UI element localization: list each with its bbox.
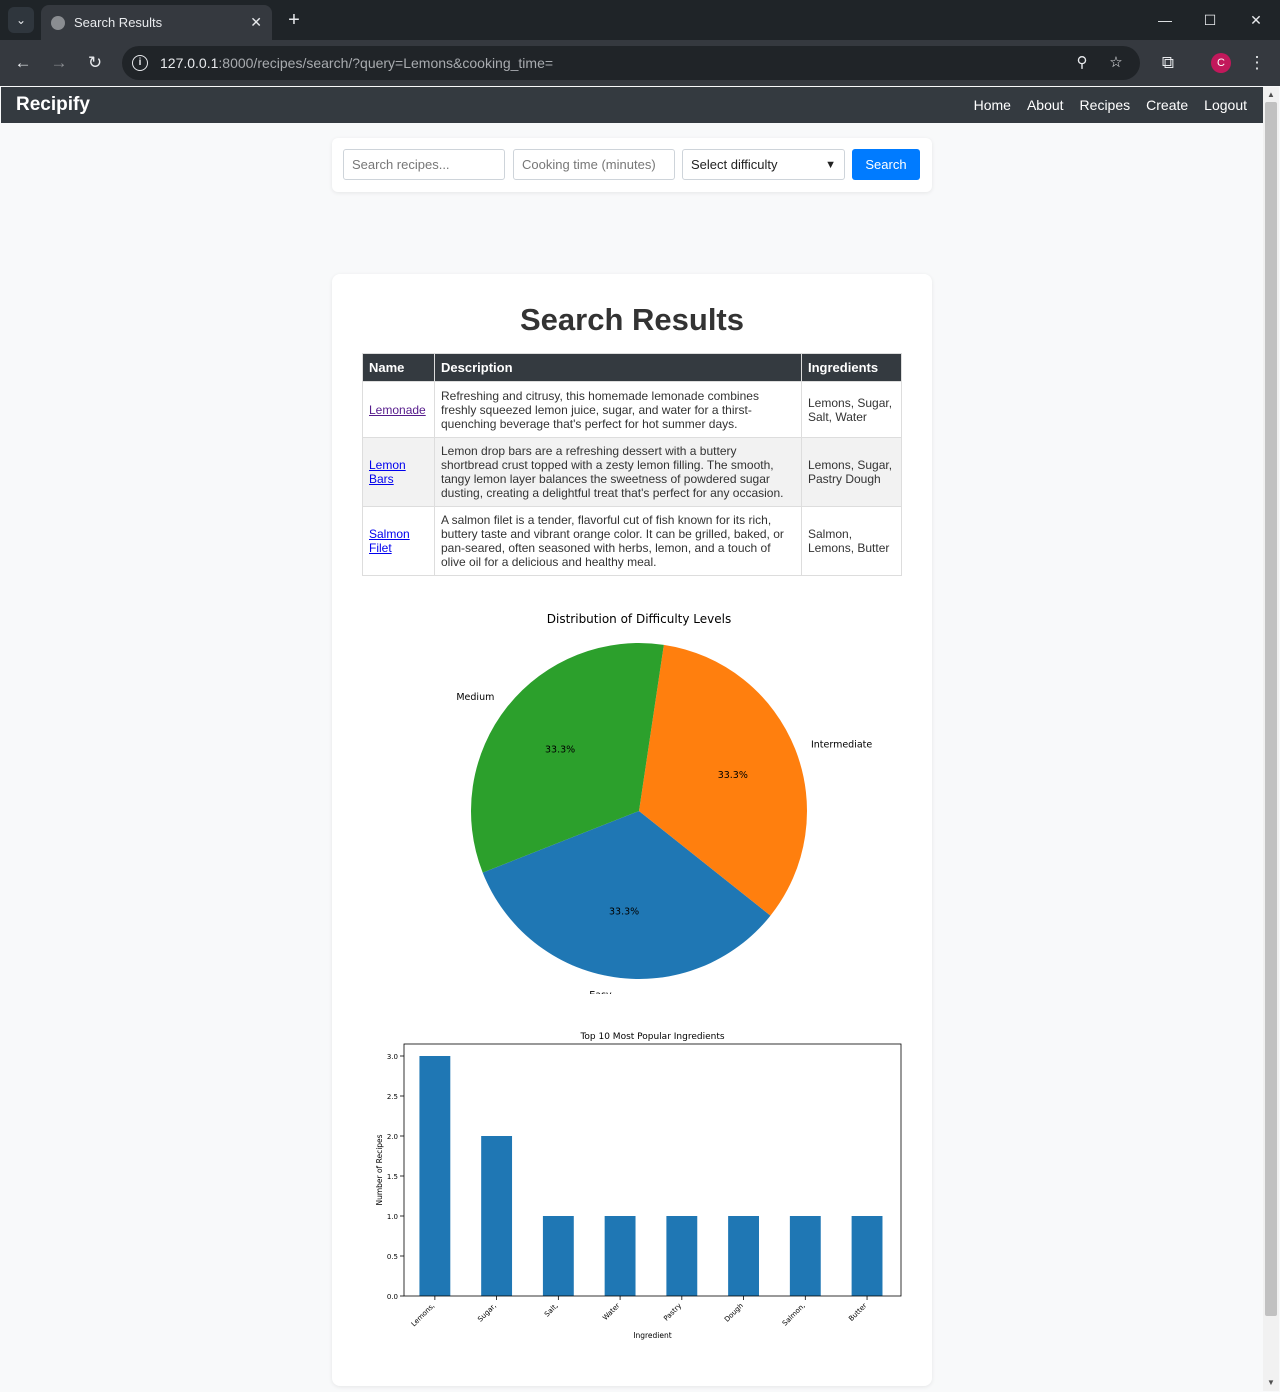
table-row: Lemon Bars Lemon drop bars are a refresh… (362, 437, 902, 507)
scrollbar-thumb[interactable] (1265, 102, 1277, 1316)
y-tick-label: 0.0 (387, 1293, 398, 1301)
nav-logout[interactable]: Logout (1204, 97, 1247, 113)
bar (851, 1216, 883, 1296)
difficulty-select[interactable]: Select difficulty ▼ (682, 149, 845, 180)
pie-percent-label: 33.3% (545, 744, 575, 755)
x-tick-label: Butter (847, 1302, 868, 1323)
recipe-ingredients: Salmon, Lemons, Butter (801, 506, 902, 576)
chart-title: Top 10 Most Popular Ingredients (579, 1032, 724, 1042)
recipe-ingredients: Lemons, Sugar, Pastry Dough (801, 437, 902, 507)
search-input[interactable] (343, 149, 505, 180)
nav-links: Home About Recipes Create Logout (958, 97, 1247, 113)
scroll-down-arrow-icon[interactable]: ▼ (1266, 1378, 1276, 1388)
recipe-link[interactable]: Salmon Filet (369, 527, 410, 555)
column-header: Description (434, 353, 802, 382)
tab-search-dropdown-icon[interactable]: ⌄ (8, 7, 34, 33)
results-card: Search Results Name Description Ingredie… (332, 274, 932, 1386)
profile-avatar[interactable]: C (1211, 53, 1231, 73)
reload-icon[interactable]: ↻ (82, 50, 108, 76)
bar (789, 1216, 821, 1296)
pie-slice-label: Intermediate (811, 739, 872, 750)
nav-about[interactable]: About (1027, 97, 1064, 113)
bookmark-star-icon[interactable]: ☆ (1106, 53, 1126, 73)
chart-title: Distribution of Difficulty Levels (547, 612, 731, 626)
recipe-link[interactable]: Lemon Bars (369, 458, 406, 486)
bar (666, 1216, 698, 1296)
site-navbar: Recipify Home About Recipes Create Logou… (1, 87, 1263, 123)
bar (728, 1216, 759, 1296)
forward-icon[interactable]: → (46, 50, 72, 76)
nav-recipes[interactable]: Recipes (1080, 97, 1131, 113)
table-row: Lemonade Refreshing and citrusy, this ho… (362, 381, 902, 438)
recipe-ingredients: Lemons, Sugar, Salt, Water (801, 381, 902, 438)
bar (604, 1216, 636, 1296)
bar (481, 1136, 513, 1296)
plot-frame (403, 1043, 902, 1297)
nav-create[interactable]: Create (1146, 97, 1188, 113)
column-header: Name (362, 353, 435, 382)
globe-icon (51, 15, 65, 30)
recipe-description: A salmon filet is a tender, flavorful cu… (434, 506, 802, 576)
cooking-time-input[interactable] (513, 149, 675, 180)
y-tick-label: 2.0 (387, 1133, 398, 1141)
scroll-up-arrow-icon[interactable]: ▲ (1266, 90, 1276, 100)
recipe-name-cell: Lemon Bars (362, 437, 435, 507)
pie-slice-label: Easy (589, 990, 612, 994)
recipe-description: Lemon drop bars are a refreshing dessert… (434, 437, 802, 507)
browser-tab-bar: ⌄ Search Results ✕ + — ☐ ✕ (0, 0, 1280, 40)
pie-slice-label: Medium (456, 692, 494, 703)
bar (419, 1056, 451, 1296)
search-button[interactable]: Search (852, 149, 920, 180)
x-tick-label: Salmon, (781, 1302, 807, 1328)
x-tick-label: Water (601, 1302, 621, 1322)
browser-toolbar: ← → ↻ i 127.0.0.1:8000/recipes/search/?q… (0, 40, 1280, 86)
brand-logo[interactable]: Recipify (16, 94, 90, 116)
y-tick-label: 0.5 (387, 1253, 398, 1261)
new-tab-icon[interactable]: + (282, 8, 306, 32)
bar (542, 1216, 574, 1296)
x-tick-label: Sugar, (476, 1302, 498, 1324)
recipe-name-cell: Lemonade (362, 381, 435, 438)
close-window-icon[interactable]: ✕ (1244, 8, 1268, 32)
extensions-icon[interactable]: ⧉ (1155, 50, 1181, 76)
pie-percent-label: 33.3% (718, 770, 748, 781)
tab-title: Search Results (74, 15, 163, 30)
address-bar[interactable]: i 127.0.0.1:8000/recipes/search/?query=L… (122, 46, 1140, 80)
close-tab-icon[interactable]: ✕ (250, 14, 262, 31)
y-tick-label: 1.0 (387, 1213, 398, 1221)
y-tick-label: 1.5 (387, 1173, 398, 1181)
y-tick-label: 2.5 (387, 1093, 398, 1101)
zoom-icon[interactable]: ⚲ (1072, 53, 1092, 73)
nav-home[interactable]: Home (974, 97, 1011, 113)
y-axis-label: Number of Recipes (375, 1134, 384, 1205)
browser-tab[interactable]: Search Results ✕ (41, 5, 272, 40)
maximize-icon[interactable]: ☐ (1198, 8, 1222, 32)
browser-menu-icon[interactable]: ⋮ (1244, 50, 1270, 76)
pie-percent-label: 33.3% (609, 907, 639, 918)
results-table: Name Description Ingredients Lemonade Re… (362, 353, 902, 576)
x-tick-label: Dough (723, 1302, 745, 1324)
recipe-name-cell: Salmon Filet (362, 506, 435, 576)
table-row: Salmon Filet A salmon filet is a tender,… (362, 506, 902, 576)
recipe-description: Refreshing and citrusy, this homemade le… (434, 381, 802, 438)
recipe-link[interactable]: Lemonade (369, 403, 426, 417)
column-header: Ingredients (801, 353, 902, 382)
url-text: 127.0.0.1:8000/recipes/search/?query=Lem… (160, 55, 554, 71)
x-tick-label: Salt, (543, 1302, 560, 1319)
x-tick-label: Lemons, (410, 1302, 437, 1329)
table-header-row: Name Description Ingredients (362, 353, 902, 382)
site-info-icon[interactable]: i (132, 55, 148, 71)
ingredients-bar-chart: Top 10 Most Popular Ingredients 0.0 0.5 1.0… (375, 1032, 902, 1340)
minimize-icon[interactable]: — (1153, 8, 1177, 32)
x-axis-label: Ingredient (633, 1331, 671, 1340)
difficulty-pie-chart: Distribution of Difficulty Levels 33.3% Ea… (456, 612, 872, 994)
x-tick-label: Pastry (662, 1302, 683, 1323)
page-title: Search Results (520, 302, 744, 337)
difficulty-select-value: Select difficulty (691, 157, 778, 172)
search-form: Select difficulty ▼ Search (332, 138, 932, 192)
y-tick-label: 3.0 (387, 1053, 398, 1061)
back-icon[interactable]: ← (10, 50, 36, 76)
chevron-down-icon: ▼ (825, 158, 836, 171)
